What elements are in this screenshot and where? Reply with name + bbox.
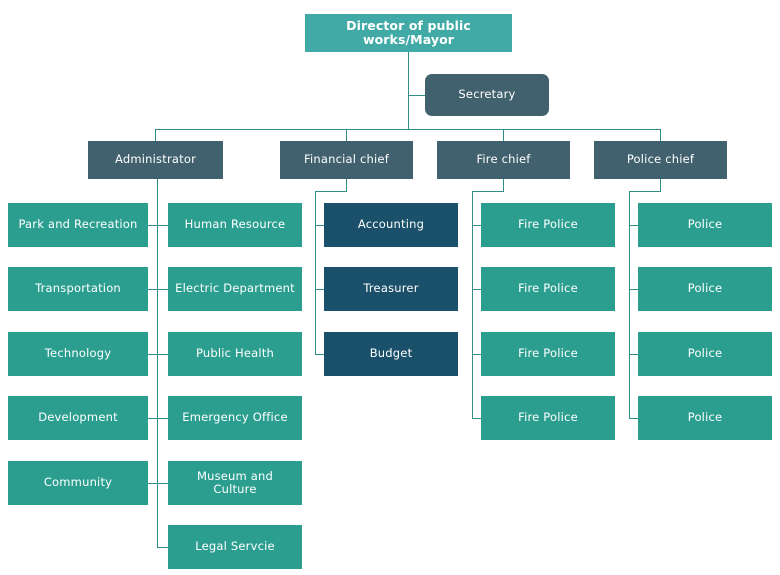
connector-admin-right-5 [157, 483, 168, 484]
node-label: Police chief [626, 152, 695, 167]
node-community[interactable]: Community [8, 461, 148, 505]
node-label: Public Health [195, 346, 275, 361]
node-director-of-public-works-mayor[interactable]: Director of public works/Mayor [305, 14, 512, 52]
node-label: Fire Police [518, 217, 578, 232]
connector-administrator-spine [157, 179, 158, 547]
node-label: Fire Police [518, 410, 578, 425]
connector-police-stub-2 [629, 289, 638, 290]
node-fire-chief[interactable]: Fire chief [437, 141, 570, 179]
node-emergency-office[interactable]: Emergency Office [168, 396, 302, 440]
node-museum-and-culture[interactable]: Museum and Culture [168, 461, 302, 505]
connector-manager-drop-financial [346, 129, 347, 141]
node-human-resource[interactable]: Human Resource [168, 203, 302, 247]
node-label: Police [687, 281, 723, 296]
node-treasurer[interactable]: Treasurer [324, 267, 458, 311]
node-secretary[interactable]: Secretary [425, 74, 549, 116]
connector-financial-jog [315, 191, 347, 192]
node-financial-chief[interactable]: Financial chief [280, 141, 413, 179]
connector-manager-drop-police [660, 129, 661, 141]
node-police-4[interactable]: Police [638, 396, 772, 440]
node-label: Director of public works/Mayor [346, 17, 471, 47]
connector-police-stub-1 [629, 225, 638, 226]
connector-admin-right-1 [157, 225, 168, 226]
connector-fire-jog [472, 191, 504, 192]
node-electric-department[interactable]: Electric Department [168, 267, 302, 311]
node-label: Transportation [35, 281, 121, 296]
connector-manager-drop-administrator [155, 129, 156, 141]
node-fire-police-3[interactable]: Fire Police [481, 332, 615, 376]
connector-financial-stub-2 [315, 289, 324, 290]
node-label: Police [687, 346, 723, 361]
connector-secretary-stub [408, 95, 425, 96]
node-label: Development [38, 410, 118, 425]
node-label: Administrator [115, 152, 196, 167]
node-label: Museum and Culture [196, 468, 274, 496]
node-label: Technology [44, 346, 112, 361]
node-label: Fire chief [476, 152, 531, 167]
org-chart-canvas: Director of public works/Mayor Secretary… [0, 0, 780, 575]
connector-admin-right-6 [157, 547, 168, 548]
connector-fire-stub-2 [472, 289, 481, 290]
connector-financial-stub-1 [315, 225, 324, 226]
node-label: Police [687, 410, 723, 425]
connector-admin-right-2 [157, 289, 168, 290]
node-accounting[interactable]: Accounting [324, 203, 458, 247]
node-administrator[interactable]: Administrator [88, 141, 223, 179]
node-label: Secretary [458, 87, 516, 102]
connector-manager-drop-fire [503, 129, 504, 141]
node-label: Treasurer [363, 281, 419, 296]
node-label: Accounting [357, 217, 425, 232]
connector-admin-left-5 [148, 483, 157, 484]
node-label: Electric Department [175, 281, 295, 296]
connector-police-stub-3 [629, 354, 638, 355]
node-label: Community [43, 475, 113, 490]
connector-police-jog [629, 191, 661, 192]
node-public-health[interactable]: Public Health [168, 332, 302, 376]
node-legal-servcie[interactable]: Legal Servcie [168, 525, 302, 569]
node-police-1[interactable]: Police [638, 203, 772, 247]
connector-financial-spine [315, 191, 316, 354]
node-label: Legal Servcie [195, 539, 275, 554]
node-police-2[interactable]: Police [638, 267, 772, 311]
node-development[interactable]: Development [8, 396, 148, 440]
node-transportation[interactable]: Transportation [8, 267, 148, 311]
node-technology[interactable]: Technology [8, 332, 148, 376]
node-label: Fire Police [518, 346, 578, 361]
node-fire-police-4[interactable]: Fire Police [481, 396, 615, 440]
connector-admin-left-3 [148, 354, 157, 355]
node-label: Financial chief [304, 152, 389, 167]
node-label: Police [687, 217, 723, 232]
connector-police-stub-4 [629, 418, 638, 419]
connector-admin-left-2 [148, 289, 157, 290]
node-label: Human Resource [184, 217, 286, 232]
connector-fire-stub-3 [472, 354, 481, 355]
connector-financial-stub-3 [315, 354, 324, 355]
connector-admin-left-1 [148, 225, 157, 226]
node-label: Budget [369, 346, 413, 361]
connector-fire-stub-4 [472, 418, 481, 419]
node-label: Park and Recreation [18, 217, 138, 232]
node-fire-police-2[interactable]: Fire Police [481, 267, 615, 311]
connector-root-trunk [408, 52, 409, 129]
connector-admin-right-3 [157, 354, 168, 355]
connector-admin-right-4 [157, 418, 168, 419]
node-police-3[interactable]: Police [638, 332, 772, 376]
node-budget[interactable]: Budget [324, 332, 458, 376]
node-label: Fire Police [518, 281, 578, 296]
node-label: Emergency Office [182, 410, 288, 425]
node-fire-police-1[interactable]: Fire Police [481, 203, 615, 247]
node-police-chief[interactable]: Police chief [594, 141, 727, 179]
connector-fire-stub-1 [472, 225, 481, 226]
connector-admin-left-4 [148, 418, 157, 419]
connector-manager-bus [155, 129, 661, 130]
node-park-and-recreation[interactable]: Park and Recreation [8, 203, 148, 247]
